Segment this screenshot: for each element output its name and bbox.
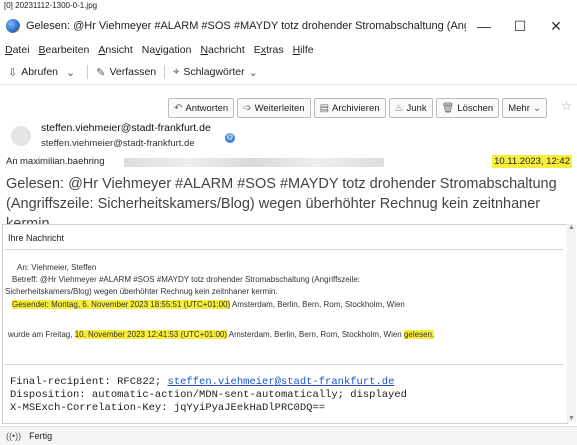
body-an: An: Viehmeier, Steffen	[17, 263, 97, 272]
message-body[interactable]: Ihre Nachricht An: Viehmeier, Steffen Be…	[2, 224, 568, 424]
reply-label: Antworten	[185, 102, 229, 114]
final-label: Final-recipient: RFC822;	[10, 376, 168, 388]
junk-button[interactable]: ♨ Junk	[388, 98, 433, 118]
chevron-down-icon: ⌄	[248, 66, 258, 79]
window-title: Gelesen: @Hr Viehmeyer #ALARM #SOS #MAYD…	[26, 20, 466, 32]
reply-button[interactable]: ↶ Antworten	[168, 98, 235, 118]
compose-button[interactable]: ✎ Verfassen	[96, 66, 156, 79]
menu-nachricht[interactable]: Nachricht	[200, 44, 244, 56]
fetch-dropdown[interactable]: ⌄	[66, 66, 79, 79]
maximize-button[interactable]: ☐	[502, 18, 538, 35]
body-wurde: wurde am Freitag, 10. November 2023 12:4…	[8, 330, 435, 339]
chevron-down-icon: ⌄	[532, 102, 542, 114]
menu-bar: Datei Bearbeiten Ansicht Navigation Nach…	[0, 41, 577, 58]
vertical-scrollbar[interactable]: ▲ ▼	[567, 224, 576, 422]
menu-extras[interactable]: Extras	[254, 44, 284, 56]
archive-button[interactable]: ▤ Archivieren	[313, 98, 386, 118]
fetch-label: Abrufen	[21, 66, 58, 78]
fetch-icon: ⇩	[8, 66, 18, 79]
status-bar: ((•)) Fertig	[0, 426, 577, 445]
chevron-down-icon: ⌄	[66, 66, 76, 79]
wurde-date-highlight: 10. November 2023 12:41:53 (UTC+01:00)	[74, 330, 228, 339]
final-recipient-link[interactable]: steffen.viehmeier@stadt-frankfurt.de	[168, 376, 395, 388]
recipient-row: An maximilian.baehring 10.11.2023, 12:42	[6, 155, 572, 170]
forward-icon: ➩	[243, 102, 252, 114]
wurde-rest: Amsterdam, Berlin, Bern, Rom, Stockholm,…	[227, 330, 404, 339]
minimize-button[interactable]: —	[466, 18, 502, 34]
forward-button[interactable]: ➩ Weiterleiten	[237, 98, 311, 118]
menu-hilfe[interactable]: Hilfe	[293, 44, 314, 56]
toolbar-divider	[164, 65, 166, 79]
title-bar: Gelesen: @Hr Viehmeyer #ALARM #SOS #MAYD…	[0, 11, 577, 41]
delete-label: Löschen	[457, 102, 494, 114]
pencil-icon: ✎	[96, 66, 106, 79]
archive-label: Archivieren	[332, 102, 380, 114]
tags-label: Schlagwörter	[183, 66, 245, 78]
menu-bearbeiten[interactable]: Bearbeiten	[39, 44, 90, 56]
thunderbird-icon	[6, 19, 20, 33]
gesendet-highlight: Gesendet: Montag, 6. November 2023 18:55…	[12, 300, 231, 309]
wurde-text: wurde am Freitag,	[8, 330, 75, 339]
sender-name[interactable]: steffen.viehmeier@stadt-frankfurt.de	[41, 122, 211, 134]
body-betreff-1: Betreff: @Hr Viehmeyer #ALARM #SOS #MAYD…	[12, 275, 360, 284]
message-actions: ↶ Antworten ➩ Weiterleiten ▤ Archivieren ♨ J…	[168, 98, 550, 118]
gelesen-highlight: gelesen.	[403, 330, 435, 339]
close-button[interactable]: ✕	[538, 18, 574, 35]
menu-navigation[interactable]: Navigation	[142, 44, 192, 56]
compose-label: Verfassen	[109, 66, 157, 78]
more-label: Mehr	[508, 102, 530, 114]
final-recipient: Final-recipient: RFC822; steffen.viehmei…	[10, 376, 394, 388]
scroll-down-icon[interactable]: ▼	[567, 415, 576, 422]
redacted-recipients	[124, 158, 384, 167]
menu-datei[interactable]: Datei	[5, 44, 30, 56]
trash-icon: 🗑	[441, 102, 455, 114]
more-button[interactable]: Mehr ⌄	[502, 98, 548, 118]
signal-icon: ((•))	[6, 431, 22, 441]
tag-icon: ⌖	[173, 65, 180, 78]
archive-icon: ▤	[319, 102, 330, 114]
body-betreff-2: Sicherheitskamers/Blog) wegen überhöhter…	[5, 287, 278, 296]
main-toolbar: ⇩ Abrufen ⌄ ✎ Verfassen ⌖ Schlagwörter ⌄	[0, 60, 577, 85]
delete-button[interactable]: 🗑 Löschen	[435, 98, 500, 118]
body-gesendet: Gesendet: Montag, 6. November 2023 18:55…	[12, 300, 405, 309]
divider	[5, 249, 563, 250]
fetch-button[interactable]: ⇩ Abrufen	[8, 66, 58, 79]
forward-label: Weiterleiten	[254, 102, 305, 114]
junk-icon: ♨	[394, 102, 404, 114]
menu-ansicht[interactable]: Ansicht	[98, 44, 132, 56]
contact-icon[interactable]: @	[225, 133, 235, 143]
toolbar-divider	[87, 65, 89, 79]
to-label: An	[6, 156, 18, 167]
disposition: Disposition: automatic-action/MDN-sent-a…	[10, 389, 407, 401]
status-text: Fertig	[29, 431, 53, 441]
message-date: 10.11.2023, 12:42	[492, 155, 572, 168]
avatar	[11, 126, 31, 146]
correlation-key: X-MSExch-Correlation-Key: jqYyiPyaJEekHa…	[10, 402, 326, 414]
tags-button[interactable]: ⌖ Schlagwörter ⌄	[173, 66, 262, 79]
gesendet-rest: Amsterdam, Berlin, Bern, Rom, Stockholm,…	[230, 300, 405, 309]
sender-address[interactable]: steffen.viehmeier@stadt-frankfurt.de	[41, 138, 195, 149]
reply-icon: ↶	[174, 102, 183, 114]
star-icon[interactable]: ☆	[561, 99, 572, 113]
screenshot-caption: [0] 20231112-1300-0-1.jpg	[0, 0, 577, 11]
divider	[5, 364, 563, 365]
junk-label: Junk	[406, 102, 427, 114]
body-heading: Ihre Nachricht	[8, 233, 65, 243]
recipient-name[interactable]: maximilian.baehring	[20, 156, 104, 167]
scroll-up-icon[interactable]: ▲	[567, 224, 576, 231]
